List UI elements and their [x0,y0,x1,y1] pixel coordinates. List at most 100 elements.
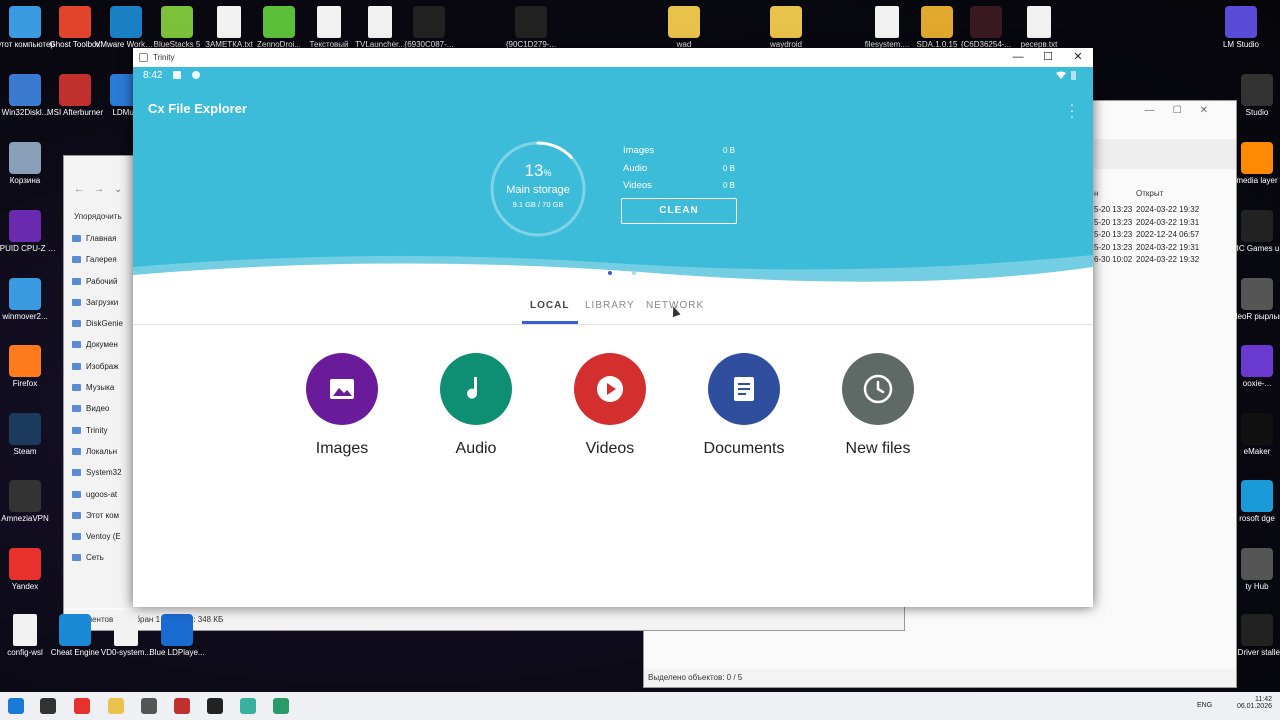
notepad-taskbar-icon[interactable] [273,698,289,714]
language-indicator[interactable]: ENG [1197,702,1212,709]
window-controls[interactable]: —☐✕ [1145,105,1226,116]
category-circle[interactable] [440,353,512,425]
sidebar-item[interactable]: Trinity [64,420,134,441]
desktop-icon-label: Yandex [11,582,39,591]
category-videos[interactable]: Videos [555,353,665,458]
column-opened[interactable]: Открыт [1136,189,1163,198]
column-modified[interactable]: н [1094,189,1098,198]
category-audio[interactable]: Audio [421,353,531,458]
clean-button[interactable]: CLEAN [621,198,737,224]
sidebar-item[interactable]: Главная [64,228,134,249]
start-button[interactable] [8,698,24,714]
app-taskbar-icon[interactable] [141,698,157,714]
sidebar-item[interactable]: System32 [64,462,134,483]
minimize-button[interactable]: — [1003,48,1033,67]
desktop-icon[interactable]: rosoft dge [1226,480,1280,524]
driver-installer-icon [1241,614,1273,646]
stat-label: Videos [623,180,652,191]
desktop-icon[interactable]: Steam [0,413,56,457]
desktop-icon[interactable]: {6930C087-... [398,6,460,50]
desktop-icon[interactable]: ресерв.txt [1008,6,1070,50]
maximize-button[interactable]: ☐ [1033,48,1063,67]
desktop-icon[interactable]: LM Studio [1210,6,1272,50]
stat-value: 0 B [722,163,735,173]
sidebar-item[interactable]: Ventoy (E [64,526,134,547]
category-label: Videos [585,440,635,457]
sort-button[interactable]: Упорядочить [74,212,122,221]
sidebar-item[interactable]: Локальн [64,441,134,462]
android-taskbar-icon[interactable] [240,698,256,714]
window-title: Trinity [153,53,175,62]
desktop-icon-label: AmneziaVPN [1,514,49,523]
task-view-icon[interactable] [40,698,56,714]
tab-local[interactable]: LOCAL [530,300,569,311]
category-circle[interactable] [842,353,914,425]
category-label: Images [315,440,369,457]
sidebar-item[interactable]: Сеть [64,547,134,568]
table-row[interactable]: 6-30 10:02 2024-03-22 19:32 [1094,255,1199,264]
sidebar-item[interactable]: Видео [64,398,134,419]
desktop-icon[interactable]: AmneziaVPN [0,480,56,524]
desktop-icon[interactable]: CPUID CPU-Z Ex Mu [0,210,56,254]
7zip-taskbar-icon[interactable] [207,698,223,714]
more-options-icon[interactable]: · · · [1069,97,1075,123]
category-documents[interactable]: Documents [689,353,799,458]
desktop-icon[interactable]: Корзина [0,142,56,186]
sidebar-item[interactable]: Докумен [64,334,134,355]
sidebar-item[interactable]: Музыка [64,377,134,398]
sidebar-item[interactable]: Галерея [64,249,134,270]
wifi-icon [1056,71,1076,80]
music-note-icon [467,377,478,399]
ldplayer-icon [161,614,193,646]
desktop-icon[interactable]: Yandex [0,548,56,592]
text-file-icon [114,614,138,646]
desktop-icon[interactable]: eMaker [1226,413,1280,457]
sidebar-item[interactable]: ugoos-at [64,484,134,505]
sidebar-item[interactable]: Загрузки [64,292,134,313]
desktop-icon[interactable]: y Driver staller [1226,614,1280,658]
desktop-icon[interactable]: media layer [1226,142,1280,186]
desktop-icon[interactable]: Studio [1226,74,1280,118]
cell-opened: 2024-03-22 19:32 [1136,205,1200,214]
category-circle[interactable] [708,353,780,425]
desktop-icon[interactable]: ooxie-... [1226,345,1280,389]
desktop-icon[interactable]: ideoR рырлык [1226,278,1280,322]
desktop-icon-label: ooxie-... [1242,379,1272,388]
sidebar-item[interactable]: Рабочий [64,271,134,292]
yandex-taskbar-icon[interactable] [74,698,90,714]
category-new-files[interactable]: New files [823,353,933,458]
text-file-icon [875,6,899,38]
storage-percent: 13% [524,161,552,180]
file-explorer-taskbar-icon[interactable] [108,698,124,714]
table-row[interactable]: 5-20 13:23 2024-03-22 19:31 [1094,243,1199,252]
clock[interactable]: 11:42 06.01.2026 [1237,696,1272,710]
table-row[interactable]: 5-20 13:23 2024-03-22 19:32 [1094,205,1199,214]
desktop-icon[interactable]: wad [653,6,715,50]
text-file-icon [1027,6,1051,38]
storage-stat-row: Images 0 B [623,145,735,156]
desktop-icon[interactable]: winmover2... [0,278,56,322]
category-images[interactable]: Images [287,353,397,458]
sidebar-item[interactable]: Изображ [64,356,134,377]
desktop-icon[interactable]: Blue LDPlaye... [146,614,208,658]
tab-library[interactable]: LIBRARY [585,300,635,311]
category-circle[interactable] [574,353,646,425]
steam-icon [9,413,41,445]
close-button[interactable]: ✕ [1063,48,1093,67]
sidebar-item[interactable]: DiskGenie [64,313,134,334]
window-titlebar[interactable]: Trinity — ☐ ✕ [133,48,1093,67]
table-row[interactable]: 5-20 13:23 2024-03-22 19:31 [1094,218,1199,227]
android-screen[interactable]: 8:42 Cx File Explorer · · · 13% Main stora… [133,67,1093,571]
msi-taskbar-icon[interactable] [174,698,190,714]
nav-arrows[interactable]: ←→⌄ [74,184,132,195]
desktop-icon[interactable]: waydroid [755,6,817,50]
trinity-window[interactable]: Trinity — ☐ ✕ 8:42 Cx File Explorer · · · [133,48,1093,607]
desktop-icon[interactable]: ty Hub [1226,548,1280,592]
sidebar-item[interactable]: Этот ком [64,505,134,526]
column-headers[interactable]: н Открыт [1094,189,1163,198]
desktop-icon[interactable]: EPIC Games uncher [1226,210,1280,254]
category-circle[interactable] [306,353,378,425]
table-row[interactable]: 5-20 13:23 2022-12-24 06:57 [1094,230,1199,239]
desktop-icon[interactable]: {90C1D279-... [500,6,562,50]
desktop-icon[interactable]: Firefox [0,345,56,389]
